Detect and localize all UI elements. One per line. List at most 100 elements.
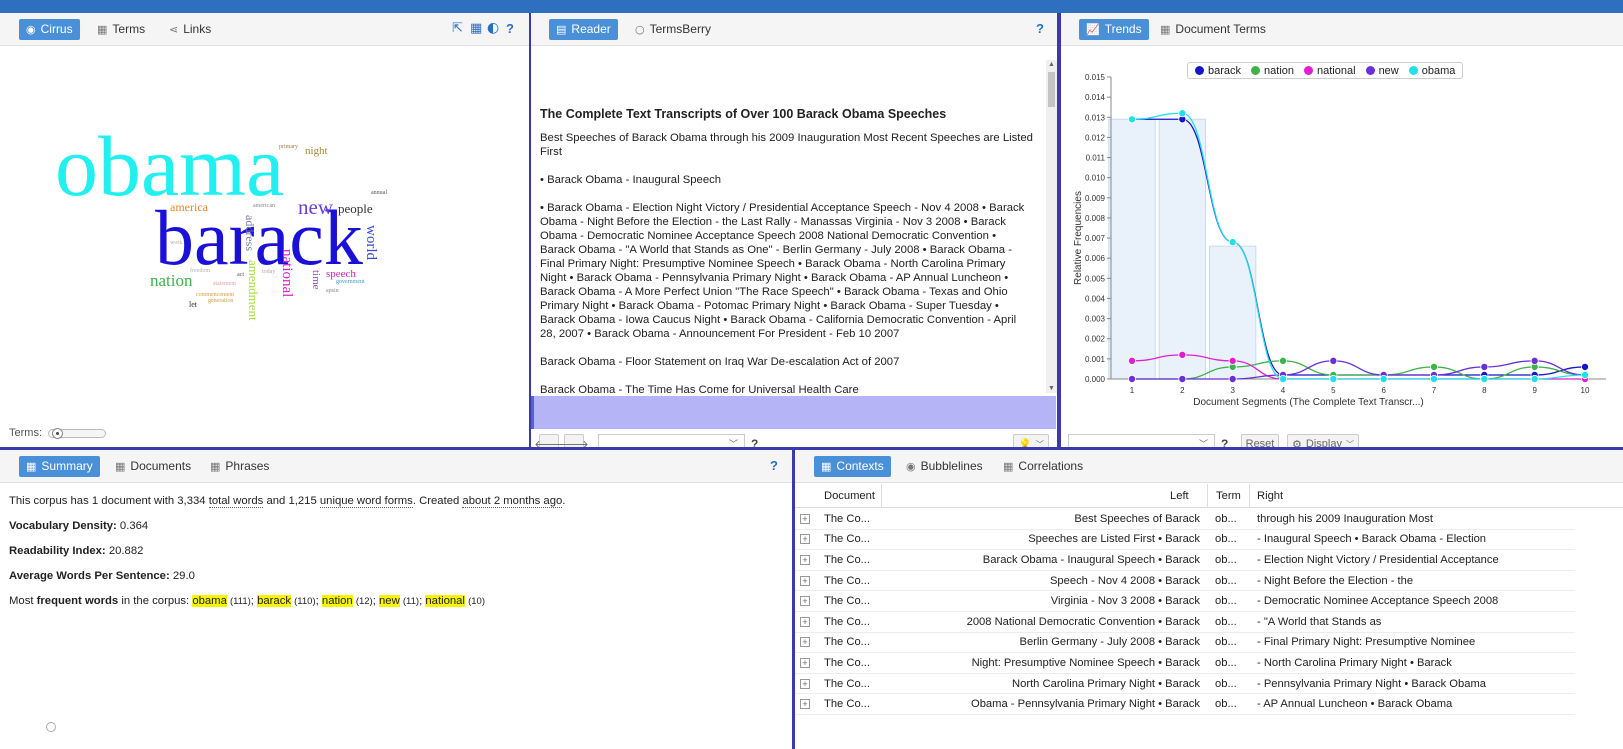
frequent-word-link[interactable]: new (379, 595, 400, 607)
cloud-word[interactable]: time (310, 270, 322, 290)
help-icon[interactable]: ? (506, 21, 514, 36)
cell-document: The Co... (824, 656, 871, 669)
cloud-word[interactable]: act (237, 272, 244, 278)
frequent-word-link[interactable]: obama (192, 595, 227, 607)
table-icon: ▦ (26, 460, 37, 473)
table-row[interactable]: + The Co... Obama - Pennsylvania Primary N… (795, 694, 1575, 715)
reset-button[interactable]: Reset (1241, 434, 1279, 447)
frequent-word-link[interactable]: barack (257, 595, 291, 607)
expand-icon[interactable]: + (800, 596, 810, 607)
scroll-thumb[interactable] (1048, 72, 1055, 107)
y-axis-label: Relative Frequencies (1073, 191, 1084, 285)
cloud-word[interactable]: night (305, 145, 328, 157)
windows-icon[interactable]: ▦ (470, 21, 482, 36)
toggle-icon[interactable]: ◐ (487, 20, 499, 36)
slider-knob[interactable] (52, 427, 63, 439)
expand-icon[interactable]: + (800, 554, 810, 565)
cloud-word[interactable]: american (253, 203, 275, 209)
table-row[interactable]: + The Co... Speech - Nov 4 2008 • Barack ob… (795, 571, 1575, 592)
cloud-word[interactable]: world (363, 225, 379, 260)
cloud-word[interactable]: address (243, 215, 257, 251)
y-tick-label: 0.005 (1085, 274, 1106, 283)
tab-documents[interactable]: ▦ Documents (108, 456, 198, 477)
cloud-word[interactable]: work (170, 240, 182, 246)
cloud-word[interactable]: freedom (190, 267, 210, 274)
expand-icon[interactable]: + (800, 616, 810, 627)
cloud-word[interactable]: nation (150, 271, 193, 290)
cloud-word[interactable]: government (336, 279, 365, 285)
expand-icon[interactable]: + (800, 575, 810, 586)
column-header-right[interactable]: Right (1257, 490, 1283, 502)
next-button[interactable]: 🡒 (559, 434, 589, 447)
cell-right: - Night Before the Election - the (1257, 574, 1414, 587)
y-tick-label: 0.006 (1085, 254, 1106, 263)
cloud-word[interactable]: people (338, 201, 373, 216)
tab-contexts[interactable]: ▦ Contexts (814, 456, 891, 477)
expand-icon[interactable]: + (800, 678, 810, 689)
cloud-word[interactable]: generation (208, 298, 233, 304)
cloud-word[interactable]: today (262, 269, 275, 275)
document-position-bar[interactable] (531, 396, 1056, 429)
cloud-word[interactable]: amendment (246, 260, 261, 321)
column-header-left[interactable]: Left (1170, 490, 1189, 502)
tab-correlations[interactable]: ▦ Correlations (996, 456, 1090, 477)
tab-links[interactable]: ⋖ Links (162, 19, 218, 40)
summary-slider-knob[interactable] (46, 722, 56, 732)
table-row[interactable]: + The Co... Virginia - Nov 3 2008 • Barack… (795, 591, 1575, 612)
tab-document-terms[interactable]: ▦ Document Terms (1153, 19, 1273, 40)
cloud-word[interactable]: let (189, 300, 198, 309)
tab-terms[interactable]: ▦ Terms (90, 19, 152, 40)
cloud-word[interactable]: annual (371, 190, 387, 196)
cloud-word[interactable]: primary (279, 144, 298, 150)
data-point-new (1178, 374, 1187, 383)
y-tick-label: 0.009 (1085, 194, 1106, 203)
table-row[interactable]: + The Co... Best Speeches of Barack ob... th… (795, 509, 1575, 530)
frequent-word-link[interactable]: nation (321, 595, 353, 607)
cell-left: North Carolina Primary Night • Barack (1012, 677, 1200, 690)
cloud-word[interactable]: america (170, 200, 209, 214)
display-button[interactable]: ⚙ Display ﹀ (1287, 434, 1359, 447)
table-row[interactable]: + The Co... Speeches are Listed First • Ba… (795, 530, 1575, 551)
expand-icon[interactable]: + (800, 637, 810, 648)
tab-phrases[interactable]: ▦ Phrases (203, 456, 276, 477)
expand-icon[interactable]: + (800, 513, 810, 524)
tab-cirrus[interactable]: ◉ Cirrus (19, 19, 80, 40)
reader-scrollbar[interactable]: ▲ ▼ (1046, 60, 1057, 393)
expand-icon[interactable]: + (800, 534, 810, 545)
cloud-word[interactable]: statement (213, 281, 236, 287)
terms-slider[interactable] (48, 427, 106, 439)
x-tick-label: 4 (1281, 386, 1286, 395)
scroll-up-icon[interactable]: ▲ (1048, 61, 1055, 68)
export-icon[interactable]: ⇱ (452, 21, 463, 36)
cloud-word[interactable]: apsin (326, 288, 339, 294)
document-select[interactable]: ﹀ (598, 434, 745, 447)
bulb-button[interactable]: 💡 ﹀ (1013, 434, 1049, 447)
table-row[interactable]: + The Co... Berlin Germany - July 2008 • B… (795, 633, 1575, 654)
tab-trends[interactable]: 📈 Trends (1079, 19, 1149, 40)
column-header-term[interactable]: Term (1216, 490, 1241, 502)
table-row[interactable]: + The Co... 2008 National Democratic Conve… (795, 612, 1575, 633)
help-icon[interactable]: ? (770, 458, 778, 473)
tab-bubblelines[interactable]: ◉ Bubblelines (899, 456, 990, 477)
tab-reader[interactable]: ▤ Reader (549, 19, 618, 40)
scroll-down-icon[interactable]: ▼ (1048, 385, 1055, 392)
expand-icon[interactable]: + (800, 699, 810, 710)
x-tick-label: 8 (1482, 386, 1487, 395)
previous-button[interactable]: 🡐 (534, 434, 564, 447)
help-icon[interactable]: ? (1036, 21, 1044, 36)
table-row[interactable]: + The Co... North Carolina Primary Night •… (795, 674, 1575, 695)
tab-termsberry[interactable]: ○ TermsBerry (628, 19, 718, 40)
tab-summary[interactable]: ▦ Summary (19, 456, 100, 477)
column-header-document[interactable]: Document (824, 490, 875, 502)
help-icon[interactable]: ? (751, 437, 758, 447)
term-select[interactable]: ﹀ (1068, 434, 1215, 447)
cloud-word[interactable]: new (298, 195, 334, 219)
y-tick-label: 0.013 (1085, 113, 1106, 122)
cloud-word[interactable]: national (279, 249, 295, 297)
help-icon[interactable]: ? (1221, 437, 1228, 447)
table-row[interactable]: + The Co... Barack Obama - Inaugural Speec… (795, 550, 1575, 571)
frequent-word-link[interactable]: national (425, 595, 465, 607)
table-row[interactable]: + The Co... Night: Presumptive Nominee Spe… (795, 653, 1575, 674)
expand-icon[interactable]: + (800, 657, 810, 668)
frequent-words: Most frequent words in the corpus: obama… (9, 595, 485, 607)
